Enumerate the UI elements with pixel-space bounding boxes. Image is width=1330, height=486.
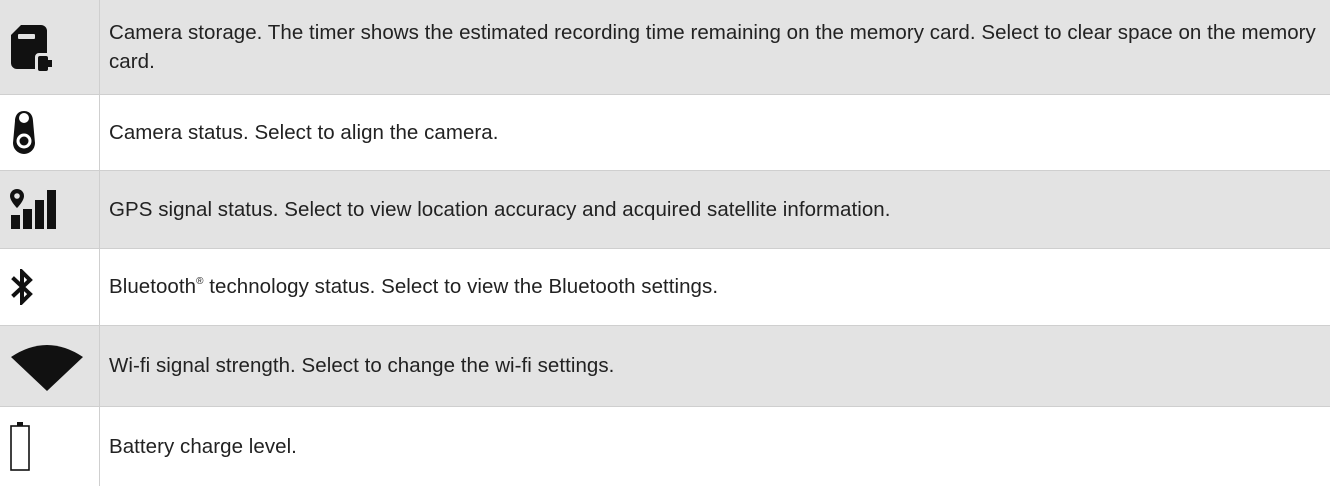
registered-mark: ® xyxy=(196,276,204,287)
wifi-signal-icon xyxy=(11,344,83,391)
icon-cell xyxy=(0,248,100,325)
battery-icon xyxy=(10,422,30,472)
table-row-camera-status: Camera status. Select to align the camer… xyxy=(0,94,1330,170)
gps-signal-icon xyxy=(10,189,56,229)
table-row-wifi-signal: Wi-fi signal strength. Select to change … xyxy=(0,325,1330,406)
table-row-battery: Battery charge level. xyxy=(0,406,1330,486)
row-description: Bluetooth® technology status. Select to … xyxy=(100,248,1330,325)
icon-cell xyxy=(0,325,100,406)
camera-storage-icon xyxy=(11,24,52,71)
camera-status-icon xyxy=(13,111,35,154)
status-icon-table: Camera storage. The timer shows the esti… xyxy=(0,0,1330,486)
row-description: Battery charge level. xyxy=(109,434,297,458)
bluetooth-icon xyxy=(11,268,33,305)
table-row-gps-signal: GPS signal status. Select to view locati… xyxy=(0,170,1330,248)
row-description: Camera storage. The timer shows the esti… xyxy=(109,20,1316,73)
icon-cell xyxy=(0,94,100,170)
row-description: Wi-fi signal strength. Select to change … xyxy=(109,354,615,377)
icon-cell xyxy=(0,170,100,248)
icon-cell xyxy=(0,0,100,94)
table-row-camera-storage: Camera storage. The timer shows the esti… xyxy=(0,0,1330,94)
bluetooth-description: technology status. Select to view the Bl… xyxy=(203,275,719,298)
row-description: GPS signal status. Select to view locati… xyxy=(109,197,891,221)
bluetooth-label: Bluetooth xyxy=(109,275,197,298)
row-description: Camera status. Select to align the camer… xyxy=(109,120,499,144)
icon-cell xyxy=(0,406,100,486)
table-row-bluetooth: Bluetooth® technology status. Select to … xyxy=(0,248,1330,325)
